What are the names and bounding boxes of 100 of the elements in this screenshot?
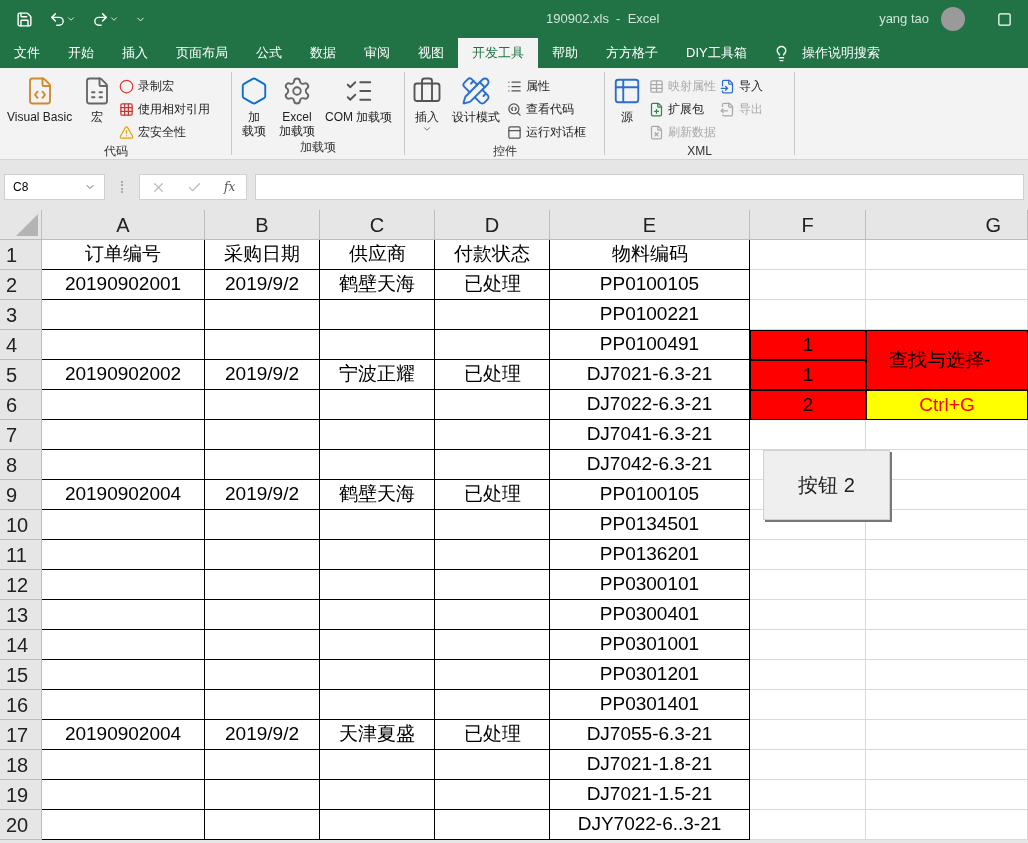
macro-button[interactable]: 按钮 2 <box>763 450 890 520</box>
table-cell: 20190902002 <box>42 360 205 390</box>
ribbon-tab[interactable]: 公式 <box>242 38 296 68</box>
table-cell: DJY7022-6..3-21 <box>550 810 750 840</box>
column-header[interactable]: D <box>435 210 550 240</box>
table-cell: 天津夏盛 <box>320 720 435 750</box>
ribbon-tab[interactable]: 视图 <box>404 38 458 68</box>
redo-icon[interactable] <box>92 10 109 28</box>
row-header[interactable]: 2 <box>0 270 42 300</box>
ribbon-small-button[interactable]: 宏安全性 <box>119 122 211 142</box>
tell-me-search[interactable]: 操作说明搜索 <box>801 43 880 63</box>
ribbon-tab[interactable]: 文件 <box>0 38 54 68</box>
row-header[interactable]: 18 <box>0 750 42 780</box>
ribbon-tab[interactable]: 插入 <box>108 38 162 68</box>
name-box[interactable]: C8 <box>4 174 105 200</box>
export-icon <box>720 101 735 117</box>
row-header[interactable]: 6 <box>0 390 42 420</box>
column-header[interactable]: B <box>205 210 320 240</box>
row-header[interactable]: 13 <box>0 600 42 630</box>
save-icon[interactable] <box>16 10 33 28</box>
table-cell: 付款状态 <box>435 240 550 270</box>
ribbon-tab[interactable]: 帮助 <box>538 38 592 68</box>
row-header[interactable]: 3 <box>0 300 42 330</box>
file-plus-icon <box>649 101 664 117</box>
ribbon-tab[interactable]: 开发工具 <box>458 38 538 68</box>
table-cell: PP0301201 <box>550 660 750 690</box>
column-header[interactable]: C <box>320 210 435 240</box>
gears-icon <box>282 76 312 106</box>
import-icon <box>720 78 735 94</box>
table-cell: DJ7055-6.3-21 <box>550 720 750 750</box>
ribbon-small-button[interactable]: 导入 <box>720 76 763 96</box>
window-title: 190902.xls - Excel <box>546 10 660 29</box>
avatar[interactable] <box>941 7 965 31</box>
ribbon-tab[interactable]: 数据 <box>296 38 350 68</box>
row-header[interactable]: 16 <box>0 690 42 720</box>
table-cell: 2019/9/2 <box>205 360 320 390</box>
table-cell: 已处理 <box>435 270 550 300</box>
table-cell: PP0134501 <box>550 510 750 540</box>
table-cell: 20190902004 <box>42 480 205 510</box>
row-header[interactable]: 8 <box>0 450 42 480</box>
table-cell: 2019/9/2 <box>205 270 320 300</box>
ribbon-tab[interactable]: 开始 <box>54 38 108 68</box>
row-header[interactable]: 4 <box>0 330 42 360</box>
table-cell: 订单编号 <box>42 240 205 270</box>
cube-icon <box>239 76 269 106</box>
dialog-icon <box>507 124 522 140</box>
table-cell: Ctrl+G <box>866 390 1028 420</box>
ribbon-button[interactable]: Visual Basic <box>4 72 76 124</box>
row-header[interactable]: 20 <box>0 810 42 840</box>
ribbon-small-button[interactable]: 使用相对引用 <box>119 99 211 119</box>
group-label: 代码 <box>102 143 129 160</box>
ribbon-button[interactable]: 设计模式 <box>449 72 503 124</box>
user-name[interactable]: yang tao <box>879 9 929 29</box>
table-cell: PP0136201 <box>550 540 750 570</box>
ribbon-small-button[interactable]: 运行对话框 <box>507 122 586 142</box>
row-header[interactable]: 14 <box>0 630 42 660</box>
ribbon-small-button[interactable]: 扩展包 <box>649 99 716 119</box>
row-header[interactable]: 9 <box>0 480 42 510</box>
table-cell: 已处理 <box>435 480 550 510</box>
ribbon-tab[interactable]: 审阅 <box>350 38 404 68</box>
ribbon-small-button[interactable]: 属性 <box>507 76 586 96</box>
table-cell: 查找与选择- <box>866 330 1028 390</box>
ribbon-button[interactable]: 宏 <box>79 72 116 124</box>
ribbon-button[interactable]: 源 <box>609 72 645 124</box>
row-header[interactable]: 17 <box>0 720 42 750</box>
row-header[interactable]: 19 <box>0 780 42 810</box>
undo-icon[interactable] <box>49 10 66 28</box>
row-header[interactable]: 15 <box>0 660 42 690</box>
column-header[interactable]: F <box>750 210 866 240</box>
ribbon-tab[interactable]: 方方格子 <box>592 38 672 68</box>
column-header[interactable]: E <box>550 210 750 240</box>
caret-icon[interactable] <box>109 14 119 24</box>
corner-triangle-icon <box>16 214 38 236</box>
view-code-icon <box>507 101 522 117</box>
group-label: 加载项 <box>299 139 337 156</box>
insert-function-button[interactable]: fx <box>224 178 236 196</box>
row-header[interactable]: 5 <box>0 360 42 390</box>
row-header[interactable]: 7 <box>0 420 42 450</box>
formula-input[interactable] <box>255 174 1024 200</box>
row-header[interactable]: 1 <box>0 240 42 270</box>
column-header[interactable]: A <box>42 210 205 240</box>
table-cell: 1 <box>750 330 866 360</box>
ribbon-button[interactable]: COM 加载项 <box>322 72 396 124</box>
ribbon-button[interactable]: 插入 <box>409 72 445 134</box>
table-cell: 20190902004 <box>42 720 205 750</box>
row-header[interactable]: 12 <box>0 570 42 600</box>
ribbon-button[interactable]: 加 载项 <box>236 72 272 138</box>
ribbon-tab[interactable]: DIY工具箱 <box>672 38 761 68</box>
column-header[interactable]: G <box>866 210 1028 240</box>
ruler-pencil-icon <box>461 76 491 106</box>
table-cell: DJ7042-6.3-21 <box>550 450 750 480</box>
ribbon-display-icon[interactable] <box>997 11 1012 27</box>
ribbon-button[interactable]: Excel 加载项 <box>276 72 318 138</box>
ribbon-tab[interactable]: 页面布局 <box>162 38 242 68</box>
row-header[interactable]: 11 <box>0 540 42 570</box>
row-header[interactable]: 10 <box>0 510 42 540</box>
table-cell: 2019/9/2 <box>205 720 320 750</box>
ribbon-small-button[interactable]: 录制宏 <box>119 76 211 96</box>
caret-icon[interactable] <box>66 14 76 24</box>
ribbon-small-button[interactable]: 查看代码 <box>507 99 586 119</box>
